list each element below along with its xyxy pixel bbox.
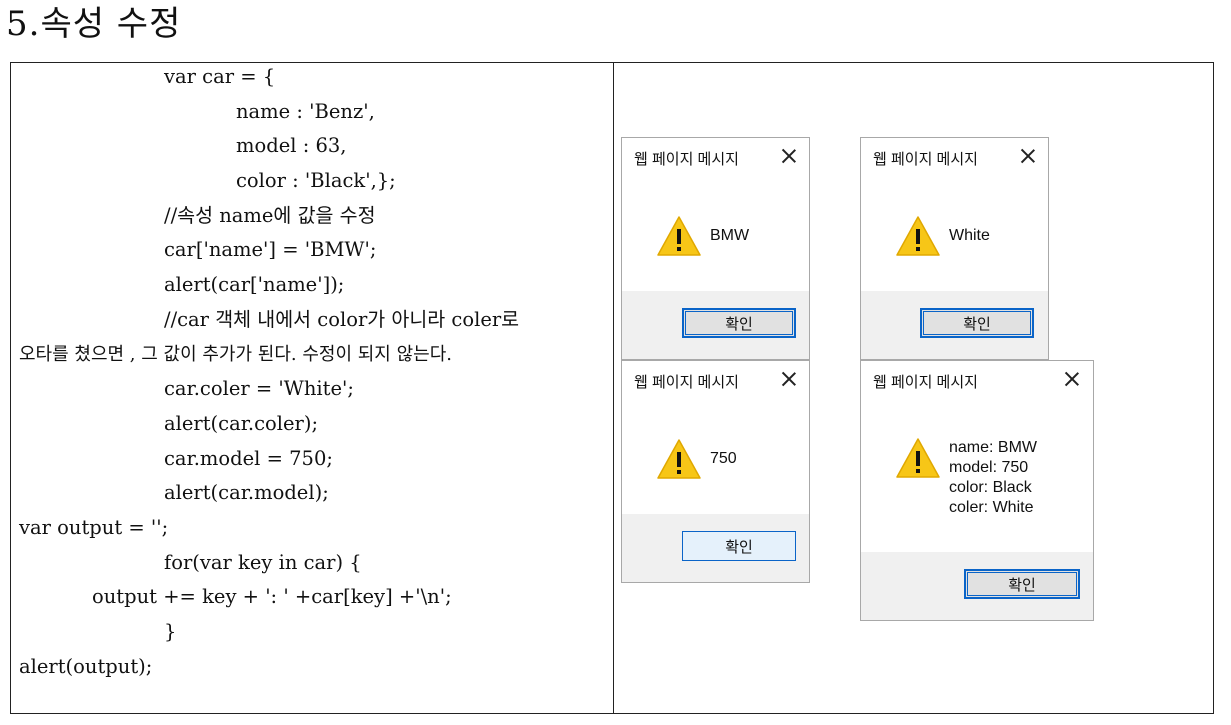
- ok-button[interactable]: 확인: [682, 308, 796, 338]
- code-line: color : 'Black',};: [236, 169, 396, 192]
- code-line: //car 객체 내에서 color가 아니라 coler로: [164, 308, 520, 331]
- code-line: //속성 name에 값을 수정: [164, 204, 376, 227]
- dialog-footer: 확인: [861, 291, 1048, 359]
- alert-dialog-white: 웹 페이지 메시지 White 확인: [860, 137, 1049, 360]
- code-line: car.coler = 'White';: [164, 377, 354, 400]
- code-line: alert(car.coler);: [164, 412, 319, 435]
- ok-button[interactable]: 확인: [920, 308, 1034, 338]
- section-heading: 5.속성 수정: [6, 4, 182, 44]
- dialog-message: name: BMW model: 750 color: Black coler:…: [949, 439, 1038, 516]
- code-line: 오타를 쳤으면 , 그 값이 추가가 된다. 수정이 되지 않는다.: [19, 344, 452, 365]
- alert-dialog-output: 웹 페이지 메시지 name: BMW model: 750 color: Bl…: [860, 360, 1094, 621]
- code-line: output += key + ': ' +car[key] +'\n';: [92, 585, 452, 608]
- ok-button[interactable]: 확인: [964, 569, 1080, 599]
- dialog-footer: 확인: [622, 291, 809, 359]
- close-icon[interactable]: [1061, 367, 1083, 391]
- code-line: name : 'Benz',: [236, 100, 375, 123]
- ok-button[interactable]: 확인: [682, 531, 796, 561]
- warning-icon: [896, 438, 940, 478]
- close-icon[interactable]: [778, 144, 800, 168]
- alert-dialog-750: 웹 페이지 메시지 750 확인: [621, 360, 810, 583]
- dialog-footer: 확인: [861, 552, 1093, 620]
- dialog-title: 웹 페이지 메시지: [634, 374, 739, 391]
- code-line: alert(car.model);: [164, 481, 329, 504]
- code-line: var output = '';: [19, 516, 169, 539]
- code-line: for(var key in car) {: [164, 551, 362, 574]
- dialog-title: 웹 페이지 메시지: [873, 374, 978, 391]
- dialog-message: BMW: [710, 227, 750, 244]
- close-icon[interactable]: [1017, 144, 1039, 168]
- alert-dialog-bmw: 웹 페이지 메시지 BMW 확인: [621, 137, 810, 360]
- close-icon[interactable]: [778, 367, 800, 391]
- dialog-title: 웹 페이지 메시지: [634, 151, 739, 168]
- code-line: car.model = 750;: [164, 447, 333, 470]
- dialog-message: 750: [710, 450, 737, 467]
- dialog-message: White: [949, 227, 990, 244]
- column-divider: [613, 63, 614, 713]
- code-line: var car = {: [164, 65, 276, 88]
- dialog-title: 웹 페이지 메시지: [873, 151, 978, 168]
- code-line: car['name'] = 'BMW';: [164, 238, 377, 261]
- warning-icon: [896, 216, 940, 256]
- code-line: alert(output);: [19, 655, 153, 678]
- code-line: model : 63,: [236, 134, 347, 157]
- warning-icon: [657, 216, 701, 256]
- dialog-footer: 확인: [622, 514, 809, 582]
- warning-icon: [657, 439, 701, 479]
- code-line: }: [164, 620, 177, 643]
- code-line: alert(car['name']);: [164, 273, 345, 296]
